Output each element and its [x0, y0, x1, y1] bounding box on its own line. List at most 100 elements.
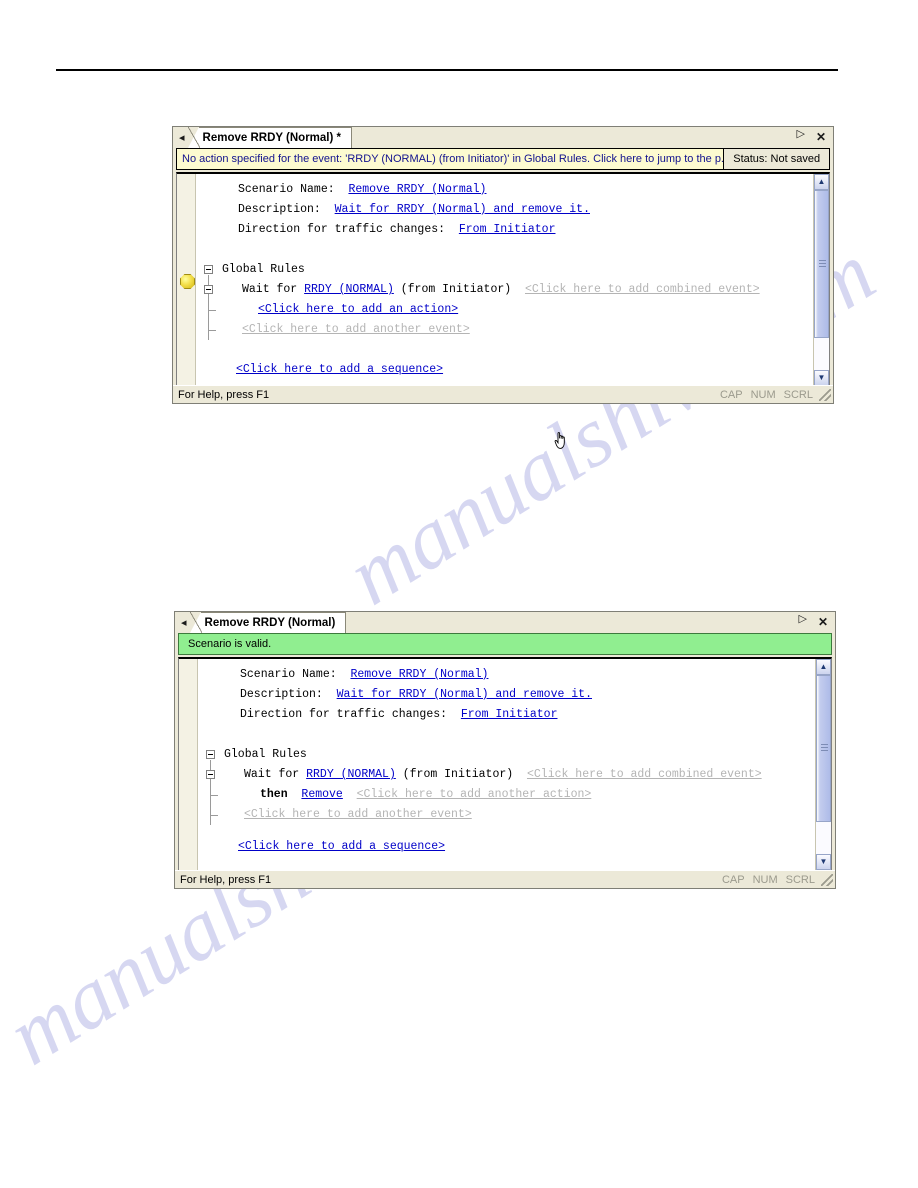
add-sequence-link[interactable]: <Click here to add a sequence> — [236, 363, 443, 376]
scrollbar-thumb[interactable] — [814, 190, 829, 338]
scrollbar-grip-icon — [821, 744, 828, 753]
scroll-down-icon[interactable]: ▼ — [814, 370, 829, 386]
tree-connector — [208, 310, 216, 311]
scrollbar-track[interactable] — [816, 675, 831, 854]
add-action-link[interactable]: <Click here to add an action> — [258, 303, 458, 316]
indicator-scrl: SCRL — [783, 388, 813, 401]
event-name-link[interactable]: RRDY (NORMAL) — [304, 283, 394, 296]
tree-node-add-another-event: <Click here to add another event> — [198, 805, 815, 825]
field-scenario-name: Scenario Name: Remove RRDY (Normal) — [198, 665, 815, 685]
tree-node-event: Wait for RRDY (NORMAL) (from Initiator) … — [196, 280, 813, 340]
action-value-link[interactable]: Remove — [301, 788, 342, 801]
add-another-event-link[interactable]: <Click here to add another event> — [244, 808, 472, 821]
close-icon[interactable]: ✕ — [818, 615, 828, 629]
add-combined-event-link[interactable]: <Click here to add combined event> — [527, 768, 762, 781]
editor-gutter — [179, 659, 198, 870]
field-direction: Direction for traffic changes: From Init… — [198, 705, 815, 725]
add-sequence-link[interactable]: <Click here to add a sequence> — [238, 840, 445, 853]
field-scenario-name: Scenario Name: Remove RRDY (Normal) — [196, 180, 813, 200]
status-bar: For Help, press F1 CAP NUM SCRL — [173, 385, 833, 403]
status-badge-label: Status: Not saved — [733, 153, 821, 165]
event-prefix: Wait for — [242, 283, 305, 296]
editor-frame: Scenario Name: Remove RRDY (Normal) Desc… — [176, 172, 830, 387]
message-bar-row: No action specified for the event: 'RRDY… — [176, 148, 830, 170]
tab-controls: ▷ ✕ — [796, 614, 831, 633]
scenario-editor-window-bottom: ◂ Remove RRDY (Normal) ▷ ✕ Scenario is v… — [174, 611, 836, 889]
status-not-saved-badge: Status: Not saved — [723, 148, 830, 170]
action-keyword: then — [260, 788, 288, 801]
field-label: Direction for traffic changes: — [240, 708, 448, 721]
resize-grip-icon[interactable] — [821, 873, 833, 886]
field-value-link[interactable]: From Initiator — [461, 708, 558, 721]
field-direction: Direction for traffic changes: From Init… — [196, 220, 813, 240]
scroll-up-icon[interactable]: ▲ — [816, 659, 831, 675]
resize-grip-icon[interactable] — [819, 388, 831, 401]
field-value-link[interactable]: Wait for RRDY (Normal) and remove it. — [335, 203, 590, 216]
field-label: Direction for traffic changes: — [238, 223, 446, 236]
field-value-link[interactable]: Remove RRDY (Normal) — [348, 183, 486, 196]
tab-remove-rrdy-normal[interactable]: Remove RRDY (Normal) — [189, 612, 347, 633]
event-prefix: Wait for — [244, 768, 307, 781]
scrollbar-thumb[interactable] — [816, 675, 831, 822]
message-bar-row: Scenario is valid. — [178, 633, 832, 655]
mouse-cursor-hand-icon — [554, 432, 565, 449]
field-description: Description: Wait for RRDY (Normal) and … — [198, 685, 815, 705]
indicator-cap: CAP — [719, 388, 743, 401]
indicator-cap: CAP — [721, 873, 745, 886]
page-header-rule — [56, 69, 838, 71]
tree-node-add-another-event: <Click here to add another event> — [196, 320, 813, 340]
tree-root-label: Global Rules — [224, 748, 307, 761]
tree-collapse-toggle[interactable] — [204, 265, 213, 274]
add-sequence-row: <Click here to add a sequence> — [198, 837, 815, 857]
field-value-link[interactable]: From Initiator — [459, 223, 556, 236]
scrollbar-grip-icon — [819, 259, 826, 268]
indicator-num: NUM — [752, 873, 778, 886]
status-bar: For Help, press F1 CAP NUM SCRL — [175, 870, 835, 888]
field-label: Description: — [240, 688, 323, 701]
tree-node-action: <Click here to add an action> — [196, 300, 813, 320]
tab-controls: ▷ ✕ — [794, 129, 829, 148]
tree-connector — [210, 795, 218, 796]
tab-remove-rrdy-normal-unsaved[interactable]: Remove RRDY (Normal) * — [187, 127, 352, 148]
tree-collapse-toggle[interactable] — [206, 750, 215, 759]
field-label: Description: — [238, 203, 321, 216]
status-help-text: For Help, press F1 — [178, 388, 270, 401]
field-value-link[interactable]: Wait for RRDY (Normal) and remove it. — [337, 688, 592, 701]
indicator-scrl: SCRL — [785, 873, 815, 886]
event-suffix: (from Initiator) — [393, 283, 512, 296]
add-another-action-link[interactable]: <Click here to add another action> — [357, 788, 592, 801]
add-another-event-link[interactable]: <Click here to add another event> — [242, 323, 470, 336]
event-name-link[interactable]: RRDY (NORMAL) — [306, 768, 396, 781]
tree-node-global-rules: Global Rules — [198, 745, 815, 785]
close-icon[interactable]: ✕ — [816, 130, 826, 144]
scroll-down-icon[interactable]: ▼ — [816, 854, 831, 870]
tree-collapse-toggle[interactable] — [204, 285, 213, 294]
field-description: Description: Wait for RRDY (Normal) and … — [196, 200, 813, 220]
nav-right-arrow-icon[interactable]: ▷ — [794, 129, 808, 144]
status-indicators: CAP NUM SCRL — [722, 874, 821, 886]
editor-gutter — [177, 174, 196, 386]
field-label: Scenario Name: — [238, 183, 335, 196]
editor-frame: Scenario Name: Remove RRDY (Normal) Desc… — [178, 657, 832, 871]
status-help-text: For Help, press F1 — [180, 873, 272, 886]
tab-strip: ◂ Remove RRDY (Normal) * ▷ ✕ — [173, 127, 833, 148]
vertical-scrollbar[interactable]: ▲ ▼ — [815, 659, 831, 870]
tree-collapse-toggle[interactable] — [206, 770, 215, 779]
add-combined-event-link[interactable]: <Click here to add combined event> — [525, 283, 760, 296]
vertical-scrollbar[interactable]: ▲ ▼ — [813, 174, 829, 386]
add-sequence-row: <Click here to add a sequence> — [196, 360, 813, 380]
tree-connector — [210, 815, 218, 816]
nav-right-arrow-icon[interactable]: ▷ — [796, 614, 810, 629]
scroll-up-icon[interactable]: ▲ — [814, 174, 829, 190]
event-suffix: (from Initiator) — [395, 768, 514, 781]
scenario-code-area: Scenario Name: Remove RRDY (Normal) Desc… — [198, 659, 815, 870]
warning-message-bar[interactable]: No action specified for the event: 'RRDY… — [176, 148, 724, 170]
scrollbar-track[interactable] — [814, 190, 829, 370]
field-value-link[interactable]: Remove RRDY (Normal) — [350, 668, 488, 681]
scenario-code-area: Scenario Name: Remove RRDY (Normal) Desc… — [196, 174, 813, 386]
field-label: Scenario Name: — [240, 668, 337, 681]
warning-marker-icon[interactable] — [180, 274, 195, 289]
tree-root-label: Global Rules — [222, 263, 305, 276]
